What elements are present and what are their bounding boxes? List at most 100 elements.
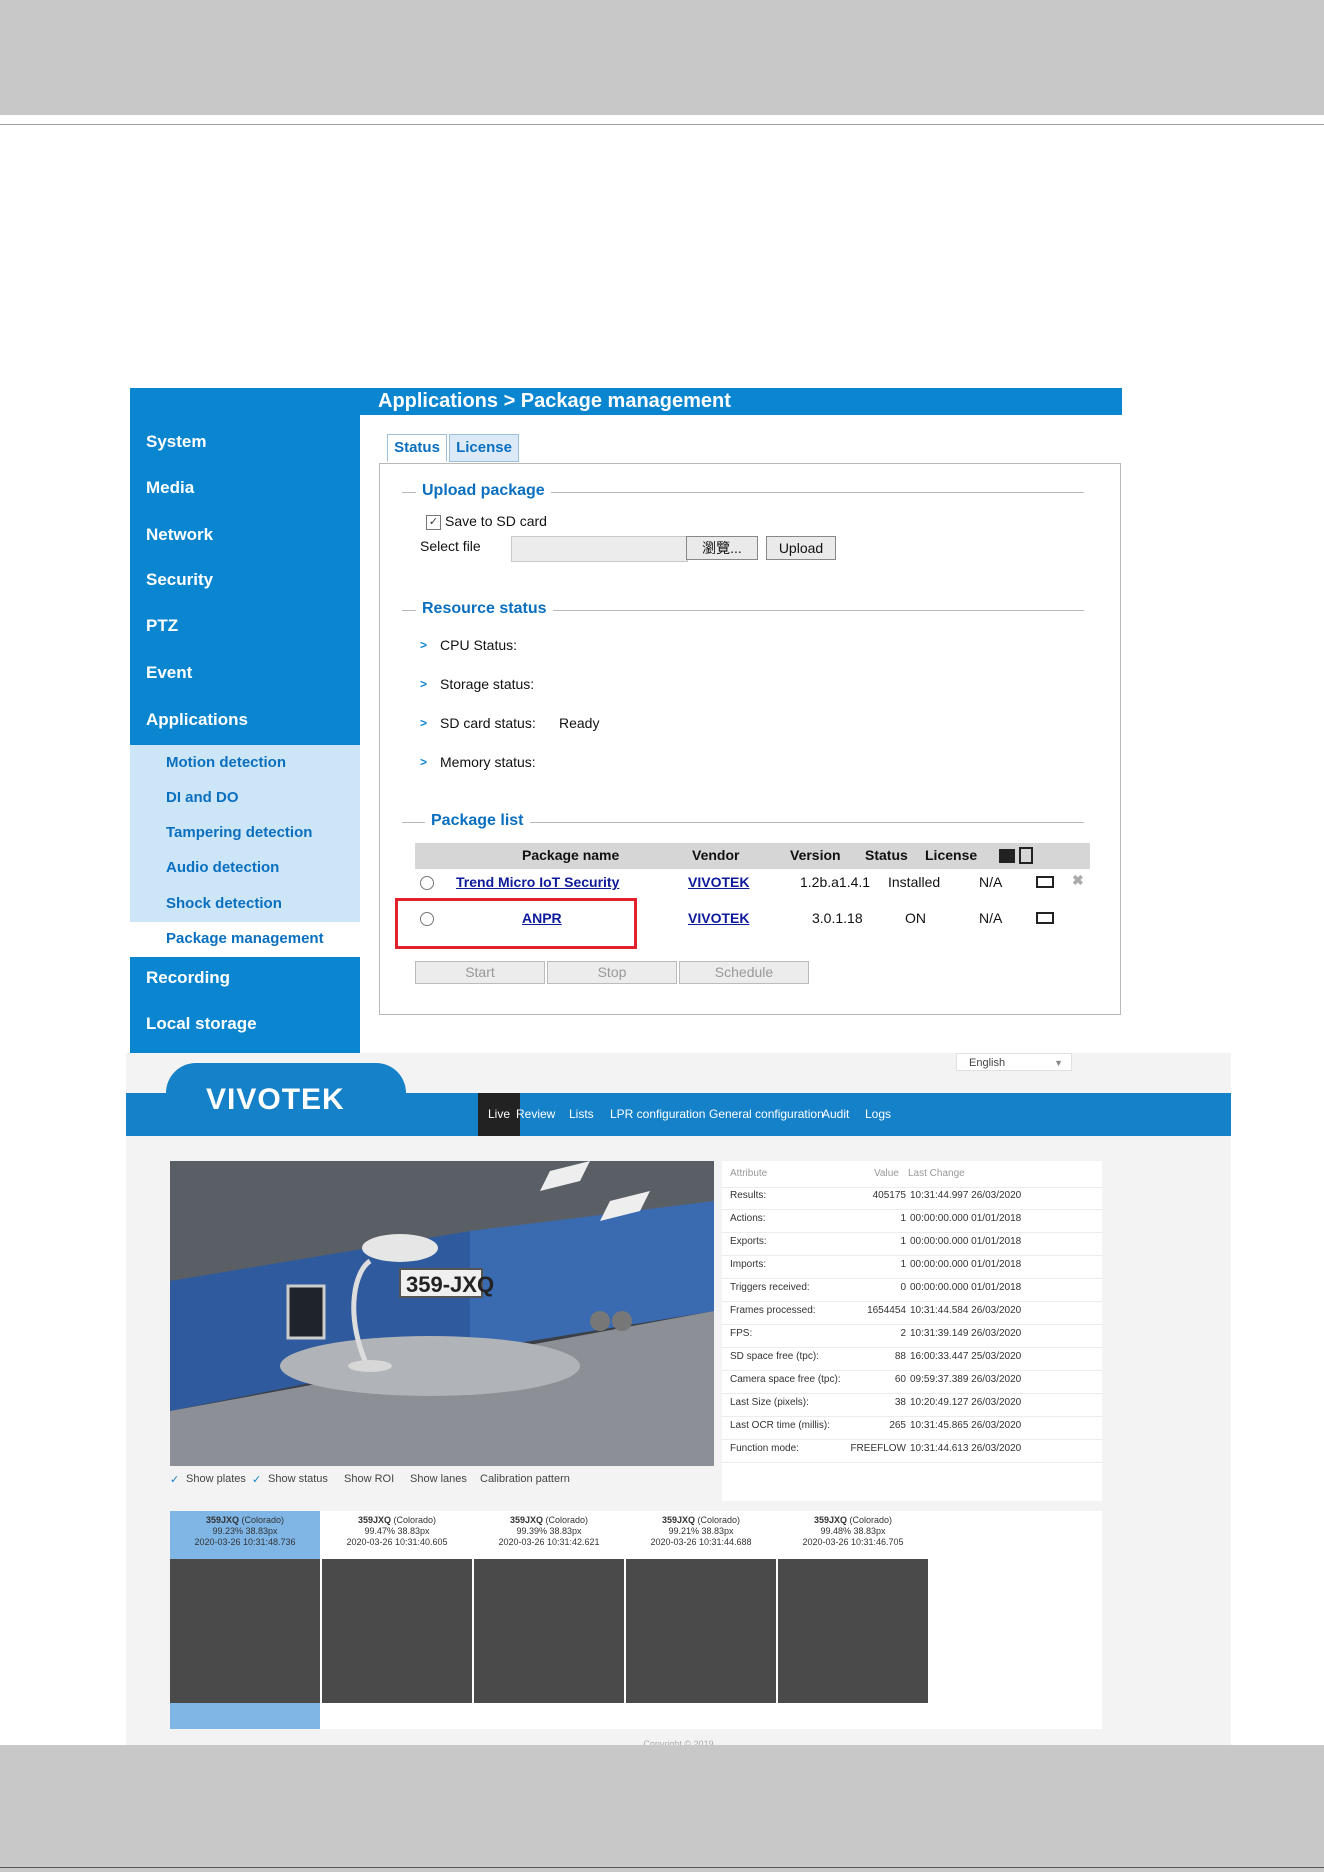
- attr-name: Frames processed:: [730, 1305, 816, 1316]
- sidebar-item-system[interactable]: System: [146, 432, 206, 452]
- attr-name: Actions:: [730, 1213, 766, 1224]
- attr-time: 10:31:39.149 26/03/2020: [910, 1328, 1022, 1339]
- expand-arrow-icon[interactable]: >: [420, 638, 427, 652]
- sd-card-status-label: SD card status:: [440, 715, 536, 731]
- attr-value: 88: [894, 1351, 906, 1362]
- submenu-item-audio-detection[interactable]: Audio detection: [166, 859, 279, 876]
- submenu-item-package-management[interactable]: Package management: [166, 930, 324, 947]
- attr-time: 00:00:00.000 01/01/2018: [910, 1282, 1022, 1293]
- vendor-link[interactable]: VIVOTEK: [688, 910, 749, 926]
- vendor-link[interactable]: VIVOTEK: [688, 874, 749, 890]
- sidebar-item-local-storage[interactable]: Local storage: [146, 1014, 257, 1034]
- calibration-pattern-option[interactable]: Calibration pattern: [480, 1473, 570, 1485]
- attr-name: Imports:: [730, 1259, 767, 1270]
- nav-logs[interactable]: Logs: [865, 1093, 891, 1136]
- detection-region: (Colorado): [849, 1515, 893, 1525]
- list-item[interactable]: 359JXQ (Colorado) 99.47% 38.83px 2020-03…: [322, 1511, 472, 1729]
- attr-value: 1: [900, 1213, 906, 1224]
- detection-stats: 99.21% 38.83px: [668, 1526, 734, 1536]
- sd-card-status-value: Ready: [559, 715, 600, 731]
- nav-live[interactable]: Live: [478, 1093, 520, 1136]
- detection-thumbnails: 359JXQ (Colorado) 99.23% 38.83px 2020-03…: [170, 1511, 1102, 1729]
- folder-icon[interactable]: [999, 849, 1015, 863]
- remove-icon[interactable]: ✖: [1072, 872, 1084, 889]
- sidebar-item-media[interactable]: Media: [146, 478, 194, 498]
- detection-plate: 359JXQ: [509, 1515, 543, 1525]
- attr-value: 60: [894, 1374, 906, 1385]
- show-roi-option[interactable]: Show ROI: [344, 1473, 394, 1485]
- attr-value: 2: [900, 1328, 906, 1339]
- submenu-item-tampering-detection[interactable]: Tampering detection: [166, 824, 312, 841]
- package-version: 3.0.1.18: [812, 910, 863, 926]
- sidebar-item-security[interactable]: Security: [146, 570, 213, 590]
- nav-audit[interactable]: Audit: [822, 1093, 849, 1136]
- stop-button[interactable]: Stop: [547, 961, 677, 984]
- attributes-table: Attribute Value Last Change Results: 4051…: [722, 1161, 1102, 1501]
- detection-plate: 359JXQ: [357, 1515, 391, 1525]
- camera-icon[interactable]: [1036, 876, 1054, 888]
- nav-review[interactable]: Review: [516, 1093, 555, 1136]
- detection-time: 2020-03-26 10:31:48.736: [194, 1537, 296, 1547]
- detection-image: [474, 1559, 624, 1703]
- checkmark-icon[interactable]: ✓: [170, 1473, 179, 1486]
- attr-time: 16:00:33.447 25/03/2020: [910, 1351, 1022, 1362]
- package-link[interactable]: Trend Micro IoT Security: [456, 874, 619, 890]
- tab-status[interactable]: Status: [387, 434, 447, 462]
- file-path-input[interactable]: [511, 536, 688, 562]
- nav-lpr-configuration[interactable]: LPR configuration: [610, 1093, 705, 1136]
- chevron-down-icon: ▼: [1054, 1058, 1063, 1068]
- upload-button[interactable]: Upload: [766, 536, 836, 560]
- submenu-item-di-do[interactable]: DI and DO: [166, 789, 239, 806]
- start-button[interactable]: Start: [415, 961, 545, 984]
- detection-plate: 359JXQ: [661, 1515, 695, 1525]
- detection-stats: 99.48% 38.83px: [820, 1526, 886, 1536]
- list-item[interactable]: 359JXQ (Colorado) 99.23% 38.83px 2020-03…: [170, 1511, 320, 1729]
- list-item[interactable]: 359JXQ (Colorado) 99.48% 38.83px 2020-03…: [778, 1511, 928, 1729]
- attr-value: 1: [900, 1259, 906, 1270]
- attr-name: SD space free (tpc):: [730, 1351, 819, 1362]
- save-to-sd-checkbox[interactable]: ✓: [426, 515, 441, 530]
- attr-value: 265: [889, 1420, 906, 1431]
- expand-arrow-icon[interactable]: >: [420, 677, 427, 691]
- detection-plate: 359JXQ: [813, 1515, 847, 1525]
- list-item[interactable]: 359JXQ (Colorado) 99.21% 38.83px 2020-03…: [626, 1511, 776, 1729]
- sidebar-item-ptz[interactable]: PTZ: [146, 616, 178, 636]
- detection-image: [170, 1559, 320, 1703]
- header-value: Value: [874, 1168, 899, 1179]
- sidebar-item-network[interactable]: Network: [146, 525, 213, 545]
- applications-submenu: Motion detection DI and DO Tampering det…: [130, 745, 360, 957]
- detection-stats: 99.23% 38.83px: [212, 1526, 278, 1536]
- package-select-radio[interactable]: [420, 876, 434, 890]
- submenu-item-shock-detection[interactable]: Shock detection: [166, 895, 282, 912]
- detection-region: (Colorado): [697, 1515, 741, 1525]
- expand-arrow-icon[interactable]: >: [420, 755, 427, 769]
- expand-arrow-icon[interactable]: >: [420, 716, 427, 730]
- sidebar-item-applications[interactable]: Applications: [146, 710, 248, 730]
- submenu-item-motion-detection[interactable]: Motion detection: [166, 754, 286, 771]
- language-select[interactable]: English ▼: [956, 1053, 1072, 1071]
- attr-time: 10:20:49.127 26/03/2020: [910, 1397, 1022, 1408]
- license-plate-text: 359-JXQ: [406, 1272, 494, 1297]
- live-video-feed[interactable]: 359-JXQ: [170, 1161, 714, 1466]
- sidebar-item-recording[interactable]: Recording: [146, 968, 230, 988]
- show-status-option[interactable]: Show status: [268, 1473, 328, 1485]
- checkmark-icon[interactable]: ✓: [252, 1473, 261, 1486]
- detection-time: 2020-03-26 10:31:40.605: [346, 1537, 448, 1547]
- vivotek-logo: VIVOTEK: [206, 1083, 345, 1116]
- camera-icon[interactable]: [1036, 912, 1054, 924]
- show-lanes-option[interactable]: Show lanes: [410, 1473, 467, 1485]
- show-plates-option[interactable]: Show plates: [186, 1473, 246, 1485]
- tab-license[interactable]: License: [449, 434, 519, 462]
- nav-general-configuration[interactable]: General configuration: [709, 1093, 824, 1136]
- list-item[interactable]: 359JXQ (Colorado) 99.39% 38.83px 2020-03…: [474, 1511, 624, 1729]
- save-to-sd-label: Save to SD card: [445, 513, 547, 529]
- page-title: Applications > Package management: [378, 390, 731, 412]
- resource-status-legend: Resource status: [416, 600, 553, 618]
- sidebar-item-event[interactable]: Event: [146, 663, 192, 683]
- trash-icon[interactable]: [1019, 847, 1033, 864]
- detection-region: (Colorado): [241, 1515, 285, 1525]
- schedule-button[interactable]: Schedule: [679, 961, 809, 984]
- browse-button[interactable]: 瀏覽...: [686, 536, 758, 560]
- nav-lists[interactable]: Lists: [569, 1093, 594, 1136]
- select-file-label: Select file: [420, 538, 481, 554]
